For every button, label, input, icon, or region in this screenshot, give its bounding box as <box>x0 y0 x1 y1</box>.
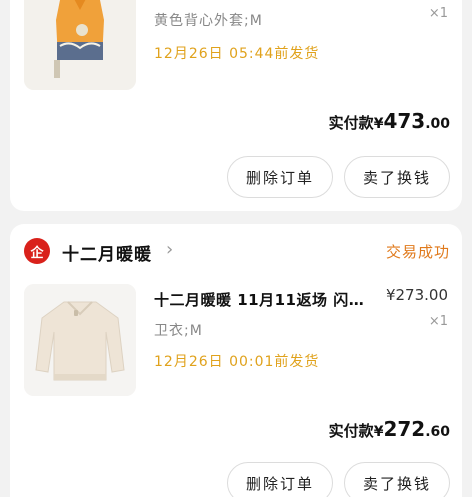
paid-label: 实付款 <box>328 422 374 440</box>
order-card: 黄色背心外套;M ×1 12月26日 05:44前发货 实付款 ¥ 473 .0… <box>10 0 462 211</box>
resell-button[interactable]: 卖了换钱 <box>344 462 450 497</box>
item-price: ¥273.00 <box>385 286 448 304</box>
order-card: 企 十二月暖暖 › 交易成功 十二月暖暖 11月11返场 闪… ¥273.00 … <box>10 224 462 497</box>
order-status: 交易成功 <box>385 243 450 261</box>
product-thumbnail[interactable] <box>24 0 136 90</box>
delete-order-button[interactable]: 删除订单 <box>227 156 333 198</box>
shop-logo-icon[interactable]: 企 <box>24 238 50 264</box>
sweatshirt-image <box>24 284 136 396</box>
item-spec: 黄色背心外套;M <box>154 13 263 29</box>
paid-amount: 实付款 ¥ 272 .60 <box>329 417 450 441</box>
paid-amount: 实付款 ¥ 473 .00 <box>329 109 450 133</box>
paid-decimal: .00 <box>425 116 450 132</box>
paid-decimal: .60 <box>425 424 450 440</box>
shipping-deadline: 12月26日 05:44前发货 <box>154 46 320 62</box>
item-title[interactable]: 十二月暖暖 11月11返场 闪… <box>154 289 364 310</box>
product-thumbnail[interactable] <box>24 284 136 396</box>
chevron-right-icon[interactable]: › <box>166 239 173 260</box>
delete-order-button[interactable]: 删除订单 <box>227 462 333 497</box>
paid-integer: 473 <box>383 109 426 133</box>
item-quantity: ×1 <box>428 314 448 329</box>
paid-label: 实付款 <box>328 114 374 132</box>
paid-currency: ¥ <box>373 424 384 440</box>
shop-name[interactable]: 十二月暖暖 <box>62 240 152 265</box>
item-quantity: ×1 <box>428 6 448 21</box>
paid-currency: ¥ <box>373 116 384 132</box>
resell-button[interactable]: 卖了换钱 <box>344 156 450 198</box>
vest-jacket-image <box>24 0 136 90</box>
item-spec: 卫衣;M <box>154 323 203 339</box>
shipping-deadline: 12月26日 00:01前发货 <box>154 354 320 370</box>
paid-integer: 272 <box>383 417 426 441</box>
